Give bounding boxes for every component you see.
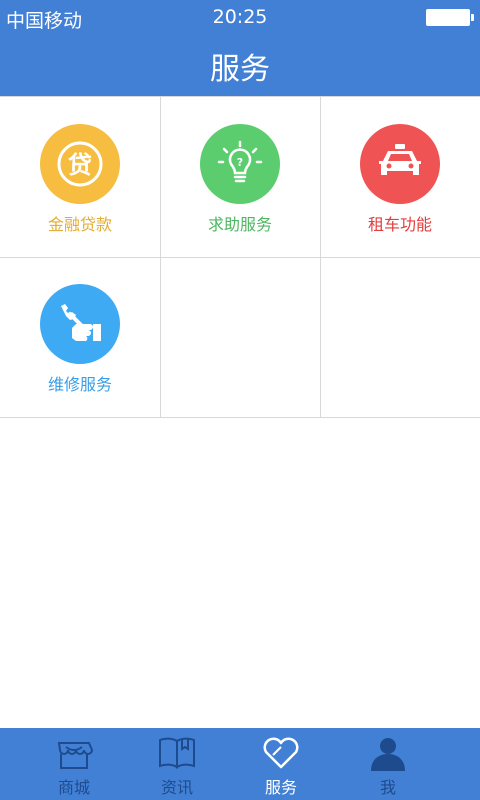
store-icon xyxy=(57,742,94,769)
service-item-car-rental[interactable]: 租车功能 xyxy=(320,97,480,257)
service-item-loan[interactable]: 贷 金融贷款 xyxy=(0,97,160,257)
service-label: 租车功能 xyxy=(367,215,432,234)
svg-text:?: ? xyxy=(237,156,243,169)
person-icon xyxy=(371,738,405,771)
battery-icon xyxy=(426,9,474,26)
bottom-tab-bar: 商城 资讯 服务 我 xyxy=(0,728,480,800)
page-title: 服务 xyxy=(210,52,270,87)
service-item-help[interactable]: ? 求助服务 xyxy=(160,97,320,257)
tab-label: 资讯 xyxy=(160,778,193,797)
heart-icon xyxy=(263,737,299,769)
svg-text:贷: 贷 xyxy=(68,151,92,179)
service-item-repair[interactable]: 维修服务 xyxy=(0,257,160,417)
service-label: 金融贷款 xyxy=(47,215,112,234)
service-label: 维修服务 xyxy=(47,375,112,394)
top-bar: 中国移动 20:25 服务 xyxy=(0,0,480,96)
tab-store[interactable]: 商城 xyxy=(24,728,124,800)
tab-label: 服务 xyxy=(264,778,297,797)
lightbulb-question-icon: ? xyxy=(200,124,280,204)
car-icon xyxy=(360,124,440,204)
tab-label: 商城 xyxy=(57,778,90,797)
tab-news[interactable]: 资讯 xyxy=(127,728,227,800)
service-grid: 贷 金融贷款 ? 求助服务 租车功能 维修服务 xyxy=(0,96,480,418)
loan-icon: 贷 xyxy=(40,124,120,204)
service-label: 求助服务 xyxy=(207,215,272,234)
tab-services[interactable]: 服务 xyxy=(231,728,331,800)
tab-profile[interactable]: 我 xyxy=(338,728,438,800)
status-time: 20:25 xyxy=(212,6,268,28)
tab-label: 我 xyxy=(379,778,396,797)
wrench-hand-icon xyxy=(40,284,120,364)
book-icon xyxy=(159,737,195,769)
